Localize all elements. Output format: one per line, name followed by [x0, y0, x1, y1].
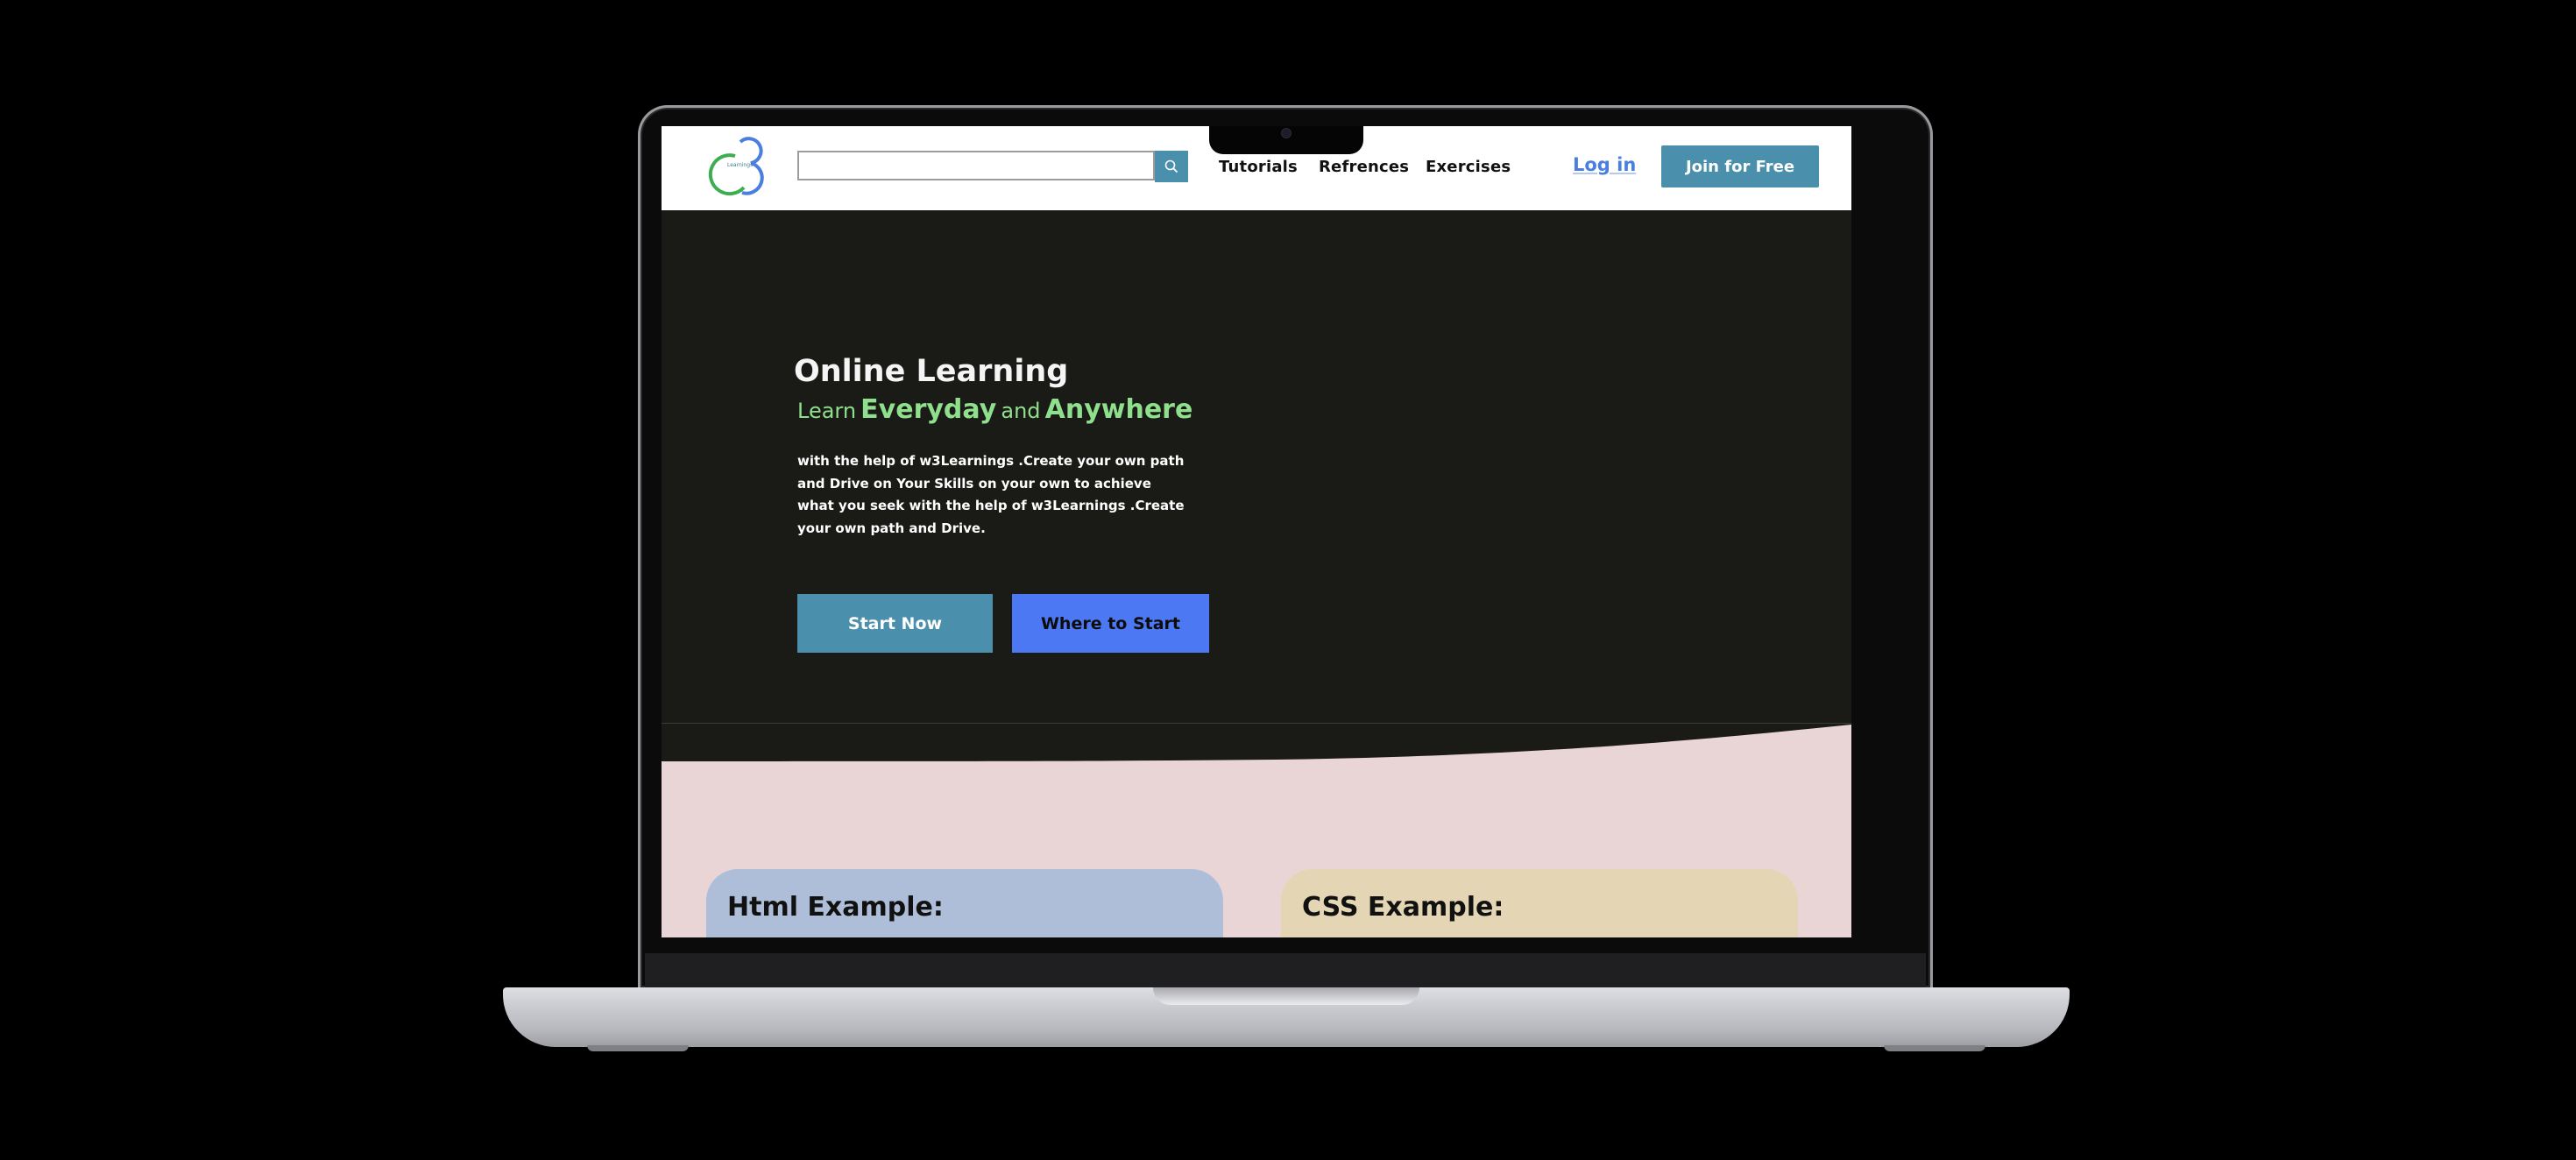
- laptop-screen: Learnings Tutorials Refrences Exercises …: [662, 126, 1851, 937]
- search-icon: [1164, 159, 1178, 173]
- where-to-start-button[interactable]: Where to Start: [1012, 594, 1209, 653]
- tagline-and: and: [1001, 399, 1041, 423]
- laptop-base-notch: [1153, 987, 1419, 1005]
- laptop-lid-bottom: [645, 953, 1926, 988]
- hero-tagline: Learn Everyday and Anywhere: [797, 394, 1192, 425]
- join-button[interactable]: Join for Free: [1661, 145, 1819, 187]
- tagline-learn: Learn: [797, 399, 857, 423]
- hero-divider: [662, 723, 1851, 724]
- nav-link-tutorials[interactable]: Tutorials: [1219, 158, 1298, 176]
- camera-icon: [1282, 129, 1291, 138]
- hero-section: Online Learning Learn Everyday and Anywh…: [662, 210, 1851, 727]
- camera-notch: [1209, 126, 1363, 154]
- login-link[interactable]: Log in: [1573, 154, 1636, 175]
- search-input[interactable]: [797, 151, 1155, 180]
- tagline-everyday: Everyday: [860, 394, 997, 425]
- hero-title: Online Learning: [794, 354, 1069, 389]
- css-example-card: CSS Example:: [1281, 869, 1798, 937]
- search-button[interactable]: [1155, 151, 1188, 182]
- nav-link-references[interactable]: Refrences: [1319, 158, 1409, 176]
- w3-logo-icon[interactable]: Learnings: [705, 137, 770, 200]
- hero-description: with the help of w3Learnings .Create you…: [797, 453, 1185, 536]
- svg-text:Learnings: Learnings: [727, 162, 753, 168]
- html-example-title: Html Example:: [727, 892, 944, 923]
- laptop-foot-right: [1884, 1045, 1985, 1051]
- html-example-card: Html Example:: [706, 869, 1223, 937]
- start-now-button[interactable]: Start Now: [797, 594, 993, 653]
- wave-divider: [662, 723, 1851, 761]
- nav-link-exercises[interactable]: Exercises: [1426, 158, 1511, 176]
- tagline-anywhere: Anywhere: [1044, 394, 1193, 425]
- laptop-foot-left: [587, 1045, 689, 1051]
- css-example-title: CSS Example:: [1302, 892, 1504, 923]
